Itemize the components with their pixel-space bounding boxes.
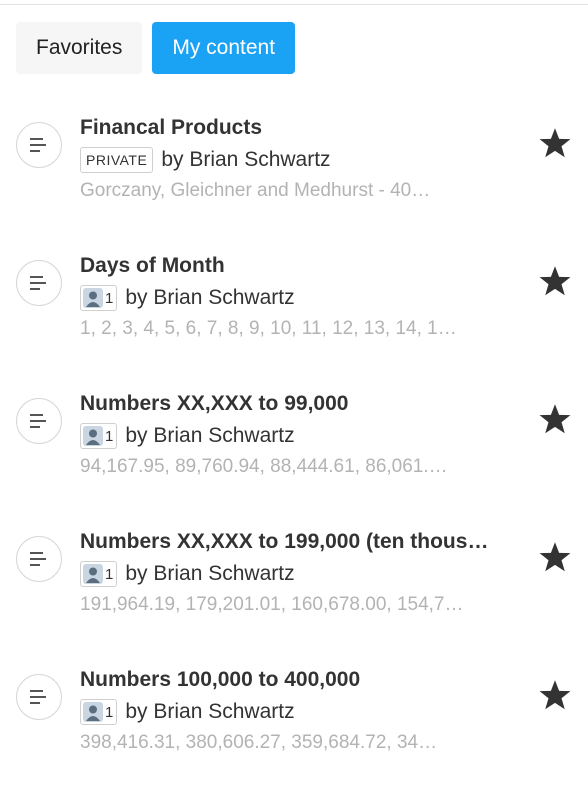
star-icon[interactable] — [538, 264, 572, 298]
shared-users-badge: 1 — [80, 699, 118, 725]
item-author: by Brian Schwartz — [125, 562, 295, 585]
shared-count: 1 — [105, 427, 114, 445]
user-icon — [83, 426, 103, 446]
list-icon — [16, 398, 62, 444]
shared-users-badge: 1 — [80, 561, 118, 587]
list-item[interactable]: Days of Month 1 by Brian Schwartz 1, 2, … — [0, 252, 588, 390]
item-title[interactable]: Numbers XX,XXX to 99,000 — [80, 390, 528, 418]
item-author: by Brian Schwartz — [125, 700, 295, 723]
list-icon — [16, 536, 62, 582]
list-item[interactable]: Numbers XX,XXX to 99,000 1 by Brian Schw… — [0, 390, 588, 528]
list-item[interactable]: Financal Products PRIVATE by Brian Schwa… — [0, 114, 588, 252]
item-meta: 1 by Brian Schwartz — [80, 283, 295, 313]
item-preview: 398,416.31, 380,606.27, 359,684.72, 34… — [80, 732, 438, 753]
star-icon[interactable] — [538, 126, 572, 160]
star-icon[interactable] — [538, 678, 572, 712]
item-preview: 1, 2, 3, 4, 5, 6, 7, 8, 9, 10, 11, 12, 1… — [80, 318, 457, 339]
item-author: by Brian Schwartz — [125, 286, 295, 309]
shared-count: 1 — [105, 289, 114, 307]
star-icon[interactable] — [538, 540, 572, 574]
tab-my-content[interactable]: My content — [152, 22, 296, 74]
private-badge: PRIVATE — [80, 147, 154, 173]
item-author: by Brian Schwartz — [125, 424, 295, 447]
shared-count: 1 — [105, 703, 114, 721]
item-preview: Gorczany, Gleichner and Medhurst - 40… — [80, 180, 431, 201]
user-icon — [83, 288, 103, 308]
content-list: Financal Products PRIVATE by Brian Schwa… — [0, 114, 588, 804]
list-icon — [16, 122, 62, 168]
item-title[interactable]: Numbers 100,000 to 400,000 — [80, 666, 528, 694]
item-meta: 1 by Brian Schwartz — [80, 559, 295, 589]
star-icon[interactable] — [538, 402, 572, 436]
list-item[interactable]: Numbers 100,000 to 400,000 1 by Brian Sc… — [0, 666, 588, 804]
item-meta: PRIVATE by Brian Schwartz — [80, 145, 331, 175]
list-icon — [16, 260, 62, 306]
item-title[interactable]: Numbers XX,XXX to 199,000 (ten thous… — [80, 528, 528, 556]
item-meta: 1 by Brian Schwartz — [80, 421, 295, 451]
shared-count: 1 — [105, 565, 114, 583]
item-preview: 94,167.95, 89,760.94, 88,444.61, 86,061.… — [80, 456, 448, 477]
list-item[interactable]: Numbers XX,XXX to 199,000 (ten thous… 1 … — [0, 528, 588, 666]
shared-users-badge: 1 — [80, 423, 118, 449]
content-tabs: Favorites My content — [16, 22, 296, 74]
top-divider — [0, 4, 588, 5]
user-icon — [83, 702, 103, 722]
item-author: by Brian Schwartz — [161, 148, 331, 171]
list-icon — [16, 674, 62, 720]
user-icon — [83, 564, 103, 584]
item-title[interactable]: Financal Products — [80, 114, 528, 142]
tab-favorites[interactable]: Favorites — [16, 22, 143, 74]
item-meta: 1 by Brian Schwartz — [80, 697, 295, 727]
shared-users-badge: 1 — [80, 285, 118, 311]
item-title[interactable]: Days of Month — [80, 252, 528, 280]
item-preview: 191,964.19, 179,201.01, 160,678.00, 154,… — [80, 594, 464, 615]
